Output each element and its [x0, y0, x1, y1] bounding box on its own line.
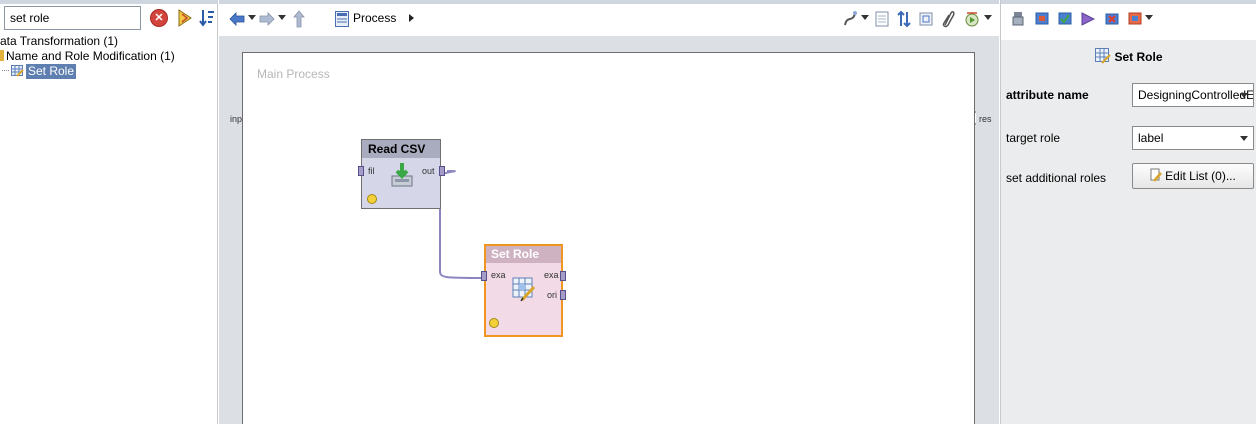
- back-arrow-icon[interactable]: [229, 10, 245, 28]
- set-additional-roles-label: set additional roles: [1006, 171, 1107, 185]
- tree-item-label: Name and Role Modification (1): [6, 49, 175, 63]
- forward-arrow-icon[interactable]: [259, 10, 275, 28]
- clear-search-icon[interactable]: ✕: [150, 9, 168, 27]
- set-role-original-output-port[interactable]: [560, 290, 566, 300]
- properties-icon[interactable]: [1011, 11, 1025, 26]
- chevron-down-icon: [1240, 93, 1248, 98]
- operator-status-indicator: [489, 318, 499, 328]
- process-canvas-area: inp res Main Process Read CSV fil out Se…: [219, 36, 999, 424]
- rule-purple-icon[interactable]: [1081, 11, 1095, 26]
- target-role-value: label: [1138, 131, 1164, 145]
- target-role-label: target role: [1006, 131, 1061, 145]
- auto-wire-dropdown[interactable]: [861, 15, 869, 20]
- remove-rule-icon[interactable]: [1105, 11, 1119, 26]
- canvas-title: Main Process: [257, 67, 330, 81]
- panel-tab-strip: [219, 0, 999, 4]
- breadcrumb-arrow-icon: [409, 14, 414, 22]
- process-panel: Process inp res Main Process Read CSV fi…: [219, 0, 999, 424]
- read-csv-operator[interactable]: Read CSV fil out: [358, 139, 445, 209]
- tree-item-set-role[interactable]: Set Role: [0, 64, 218, 79]
- port-label: fil: [368, 166, 375, 176]
- filter-icon[interactable]: [176, 8, 194, 28]
- process-icon: [335, 11, 349, 27]
- set-role-operator-icon: [11, 65, 24, 77]
- tree-item-label: Set Role: [26, 64, 77, 79]
- port-label: exa: [491, 270, 506, 280]
- attribute-name-value: DesigningControlledE: [1138, 88, 1254, 102]
- attribute-name-label: attribute name: [1006, 88, 1089, 102]
- breadcrumb-process[interactable]: Process: [353, 11, 396, 25]
- operator-tree: ata Transformation (1) Name and Role Mod…: [0, 34, 218, 79]
- target-role-select[interactable]: label: [1132, 126, 1254, 150]
- main-process-canvas[interactable]: Main Process Read CSV fil out Set Role e…: [242, 52, 975, 424]
- port-label: exa: [544, 270, 559, 280]
- forward-history-dropdown[interactable]: [278, 15, 286, 20]
- arrange-operators-icon[interactable]: [896, 10, 912, 28]
- set-role-example-output-port[interactable]: [560, 271, 566, 281]
- rule-blue-icon[interactable]: [1035, 11, 1049, 26]
- tree-item-data-transformation[interactable]: ata Transformation (1): [0, 34, 218, 49]
- read-csv-icon: [391, 163, 413, 187]
- back-history-dropdown[interactable]: [248, 15, 256, 20]
- process-toolbar: Process: [219, 0, 999, 36]
- edit-list-icon: [1150, 168, 1163, 182]
- set-role-input-port[interactable]: [481, 271, 487, 281]
- parameters-toolbar: [1001, 0, 1256, 36]
- chevron-down-icon: [1240, 136, 1248, 141]
- edit-list-button[interactable]: Edit List (0)...: [1132, 163, 1254, 189]
- parameters-panel: Set Role attribute name DesigningControl…: [1000, 0, 1256, 424]
- fit-to-view-icon[interactable]: [919, 10, 933, 28]
- run-process-icon[interactable]: [964, 10, 980, 28]
- sort-icon[interactable]: [198, 8, 216, 28]
- edit-list-label: Edit List (0)...: [1165, 169, 1236, 183]
- page-view-icon[interactable]: [875, 10, 889, 28]
- up-arrow-icon[interactable]: [293, 10, 305, 28]
- parameters-menu-dropdown[interactable]: [1145, 15, 1153, 20]
- tree-connector: [2, 70, 9, 71]
- operator-status-indicator: [367, 194, 377, 204]
- auto-wire-icon[interactable]: [842, 10, 858, 28]
- read-csv-input-port[interactable]: [358, 166, 364, 176]
- set-role-header-icon: [1095, 48, 1112, 64]
- operators-panel: ✕ ata Transformation (1) Name and Role M…: [0, 0, 218, 424]
- set-role-icon: [512, 277, 536, 302]
- operator-title: Set Role: [486, 246, 561, 263]
- tree-item-name-role-modification[interactable]: Name and Role Modification (1): [0, 49, 218, 64]
- selected-operator-header: Set Role: [1001, 44, 1256, 70]
- params-header-title: Set Role: [1114, 50, 1163, 64]
- process-input-port-label: inp: [230, 114, 243, 124]
- operator-search-input[interactable]: [4, 6, 141, 30]
- port-label: ori: [547, 290, 558, 300]
- operator-title: Read CSV: [362, 140, 440, 158]
- folder-icon: [0, 50, 4, 61]
- attribute-name-select[interactable]: DesigningControlledE: [1132, 83, 1254, 107]
- connection-wire: [436, 170, 484, 279]
- rule-green-icon[interactable]: [1058, 11, 1072, 26]
- panel-tab-strip: [0, 0, 218, 4]
- expert-mode-icon[interactable]: [1128, 11, 1142, 26]
- port-label: out: [422, 166, 435, 176]
- set-role-operator[interactable]: Set Role exa exa ori: [481, 244, 566, 337]
- attach-note-icon[interactable]: [941, 10, 955, 28]
- read-csv-output-port[interactable]: [439, 166, 445, 176]
- run-dropdown[interactable]: [984, 15, 992, 20]
- process-output-port-label: res: [979, 114, 992, 124]
- tree-item-label: ata Transformation (1): [0, 34, 119, 48]
